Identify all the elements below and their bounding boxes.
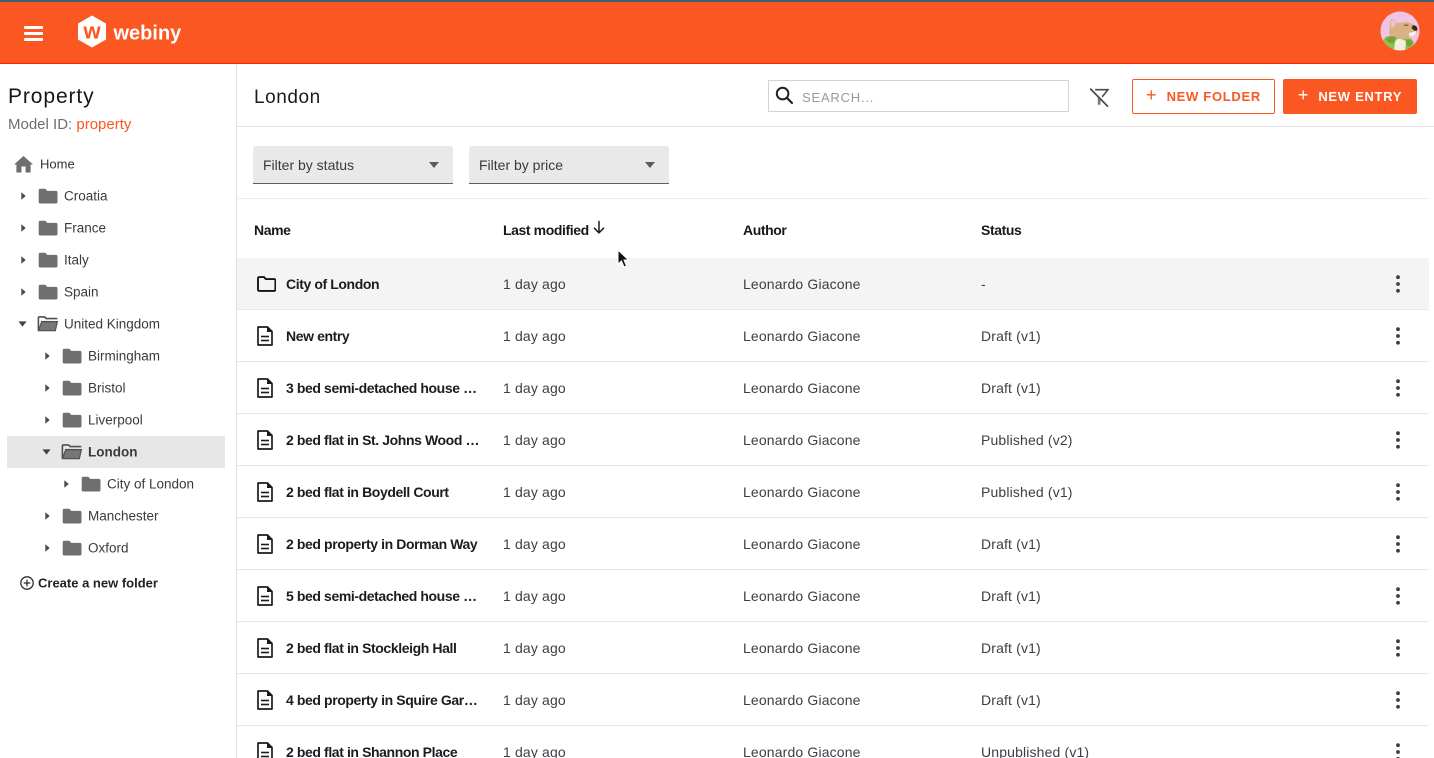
svg-text:webiny: webiny	[113, 23, 183, 45]
svg-text:w: w	[82, 19, 101, 44]
